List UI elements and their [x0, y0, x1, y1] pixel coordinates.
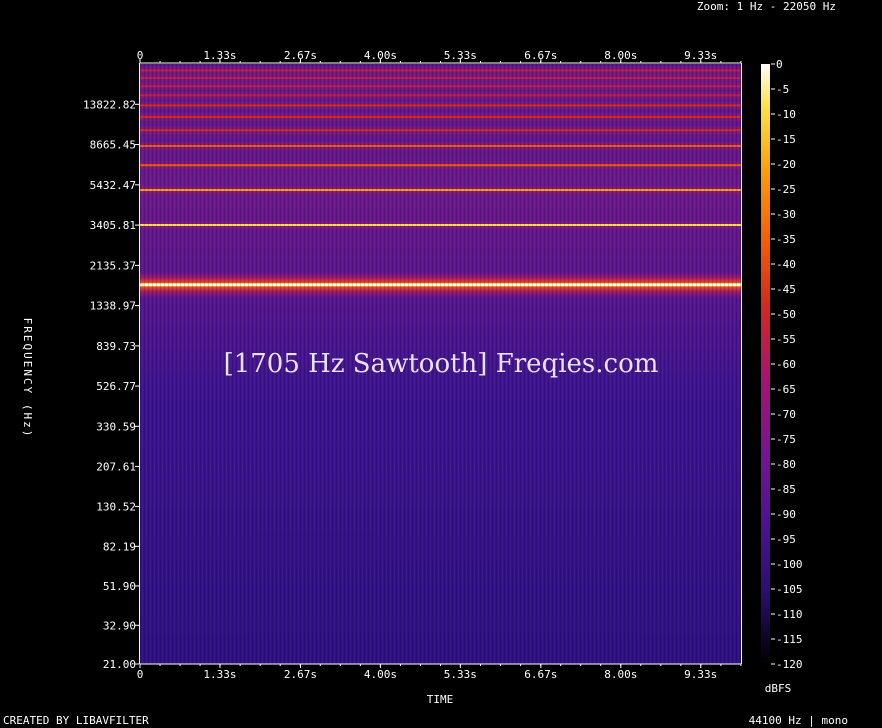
y-tick-label: 3405.81	[90, 219, 136, 232]
x-ticks-bottom: 0 1.33s 2.67s 4.00s 5.33s 6.67s 8.00s 9.33s	[137, 664, 742, 681]
x-tick-label: 0	[137, 49, 144, 62]
colorbar-tick-label: -70	[776, 408, 796, 421]
colorbar-gradient	[761, 64, 770, 664]
y-tick-label: 1338.97	[90, 300, 136, 313]
x-tick-label: 4.00s	[364, 668, 397, 681]
y-tick-label: 8665.45	[90, 139, 136, 152]
colorbar-tick-label: -105	[776, 583, 803, 596]
colorbar-tick-label: -80	[776, 458, 796, 471]
colorbar-tick-label: -100	[776, 558, 803, 571]
y-tick-label: 839.73	[96, 340, 136, 353]
colorbar-tick-label: -60	[776, 358, 796, 371]
y-tick-label: 32.90	[103, 619, 136, 632]
colorbar-tick-label: -115	[776, 633, 803, 646]
x-tick-label: 5.33s	[444, 668, 477, 681]
colorbar-tick-label: -25	[776, 183, 796, 196]
colorbar-tick-label: -50	[776, 308, 796, 321]
colorbar-tick-label: -90	[776, 508, 796, 521]
colorbar: 0 -5 -10 -15 -20 -25 -30 -35 -40 -45 -50 -55 -60 -65 -…	[761, 58, 803, 671]
x-axis-label: TIME	[427, 693, 454, 706]
colorbar-tick-label: -30	[776, 208, 796, 221]
watermark-text: [1705 Hz Sawtooth] Freqies.com	[224, 349, 659, 379]
x-tick-label: 9.33s	[684, 49, 717, 62]
x-tick-label: 2.67s	[284, 49, 317, 62]
x-tick-label: 8.00s	[604, 668, 637, 681]
colorbar-label: dBFS	[765, 682, 792, 695]
x-tick-label: 0	[137, 668, 144, 681]
x-tick-label: 9.33s	[684, 668, 717, 681]
colorbar-tick-label: -15	[776, 133, 796, 146]
y-tick-label: 21.00	[103, 658, 136, 671]
colorbar-tick-label: -75	[776, 433, 796, 446]
colorbar-tick-label: -55	[776, 333, 796, 346]
colorbar-tick-label: -95	[776, 533, 796, 546]
colorbar-tick-label: -65	[776, 383, 796, 396]
colorbar-tick-label: -35	[776, 233, 796, 246]
y-tick-label: 130.52	[96, 500, 136, 513]
y-tick-label: 2135.37	[90, 259, 136, 272]
x-tick-label: 4.00s	[364, 49, 397, 62]
format-label: 44100 Hz | mono	[749, 714, 848, 727]
y-ticks: 21.00 32.90 51.90 82.19 130.52 207.61 330.59 52…	[83, 98, 139, 671]
colorbar-tick-label: 0	[776, 58, 783, 71]
colorbar-tick-label: -10	[776, 108, 796, 121]
y-tick-label: 13822.82	[83, 98, 136, 111]
x-tick-label: 6.67s	[524, 668, 557, 681]
spectrogram-chart: 0 1.33s 2.67s 4.00s 5.33s 6.67s 8.00s 9.33s 0 1.…	[3, 0, 848, 727]
y-tick-label: 330.59	[96, 420, 136, 433]
y-tick-label: 82.19	[103, 540, 136, 553]
colorbar-tick-label: -45	[776, 283, 796, 296]
colorbar-tick-label: -40	[776, 258, 796, 271]
colorbar-tick-label: -110	[776, 608, 803, 621]
created-by-label: CREATED BY LIBAVFILTER	[3, 714, 149, 727]
x-tick-label: 1.33s	[203, 49, 236, 62]
zoom-label: Zoom: 1 Hz - 22050 Hz	[697, 0, 836, 13]
y-tick-label: 207.61	[96, 460, 136, 473]
x-tick-label: 8.00s	[604, 49, 637, 62]
colorbar-tick-label: -5	[776, 83, 789, 96]
colorbar-tick-label: -20	[776, 158, 796, 171]
x-tick-label: 5.33s	[444, 49, 477, 62]
x-tick-label: 1.33s	[203, 668, 236, 681]
x-tick-label: 2.67s	[284, 668, 317, 681]
y-axis-label: FREQUENCY (Hz)	[21, 318, 34, 439]
x-ticks-top: 0 1.33s 2.67s 4.00s 5.33s 6.67s 8.00s 9.33s	[137, 49, 742, 63]
colorbar-ticks: 0 -5 -10 -15 -20 -25 -30 -35 -40 -45 -50 -55 -60 -65 -…	[771, 58, 803, 671]
y-tick-label: 526.77	[96, 380, 136, 393]
colorbar-tick-label: -85	[776, 483, 796, 496]
y-tick-label: 51.90	[103, 580, 136, 593]
y-tick-label: 5432.47	[90, 179, 136, 192]
colorbar-tick-label: -120	[776, 658, 803, 671]
x-tick-label: 6.67s	[524, 49, 557, 62]
